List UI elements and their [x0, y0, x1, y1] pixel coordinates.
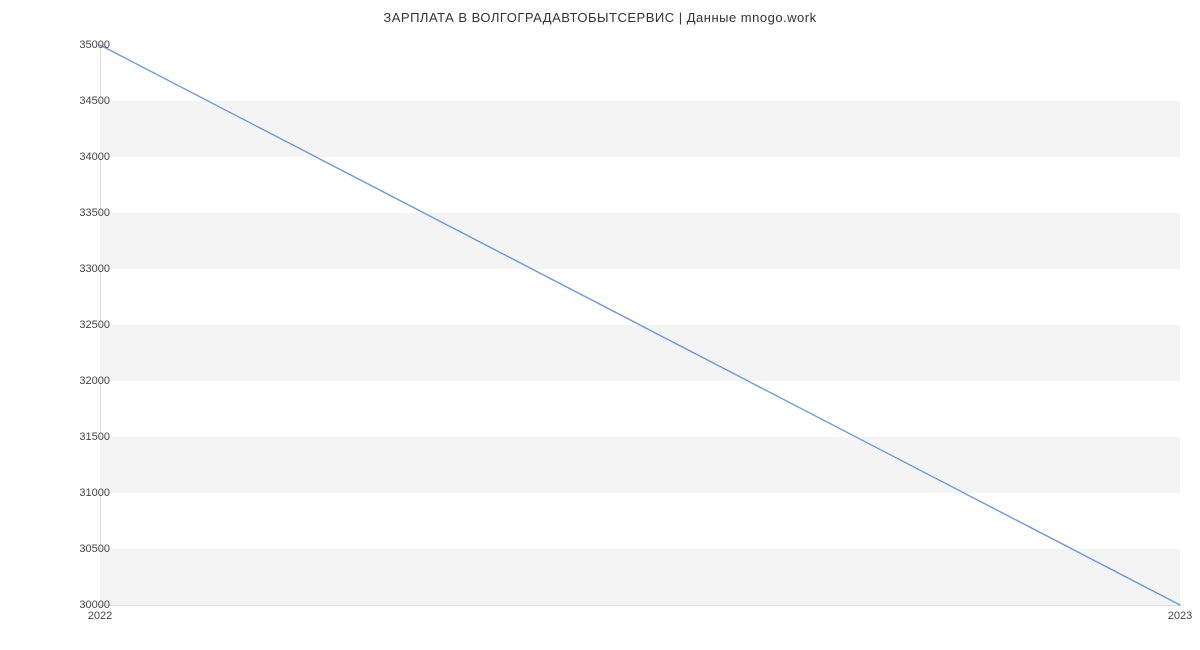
y-tick-label: 34000	[50, 151, 110, 163]
x-axis-line	[100, 605, 1180, 606]
x-tick-label: 2022	[88, 610, 112, 622]
y-tick-label: 32500	[50, 319, 110, 331]
plot-area	[100, 45, 1180, 605]
y-tick-label: 31500	[50, 431, 110, 443]
y-tick-label: 30500	[50, 543, 110, 555]
y-tick-label: 33500	[50, 207, 110, 219]
x-tick-label: 2023	[1168, 610, 1192, 622]
y-tick-label: 33000	[50, 263, 110, 275]
line-layer	[100, 45, 1180, 605]
y-tick-label: 35000	[50, 39, 110, 51]
chart-title: ЗАРПЛАТА В ВОЛГОГРАДАВТОБЫТСЕРВИС | Данн…	[0, 10, 1200, 25]
series-line	[100, 45, 1180, 605]
y-tick-label: 31000	[50, 487, 110, 499]
line-chart: ЗАРПЛАТА В ВОЛГОГРАДАВТОБЫТСЕРВИС | Данн…	[0, 0, 1200, 650]
y-tick-label: 32000	[50, 375, 110, 387]
y-tick-label: 34500	[50, 95, 110, 107]
